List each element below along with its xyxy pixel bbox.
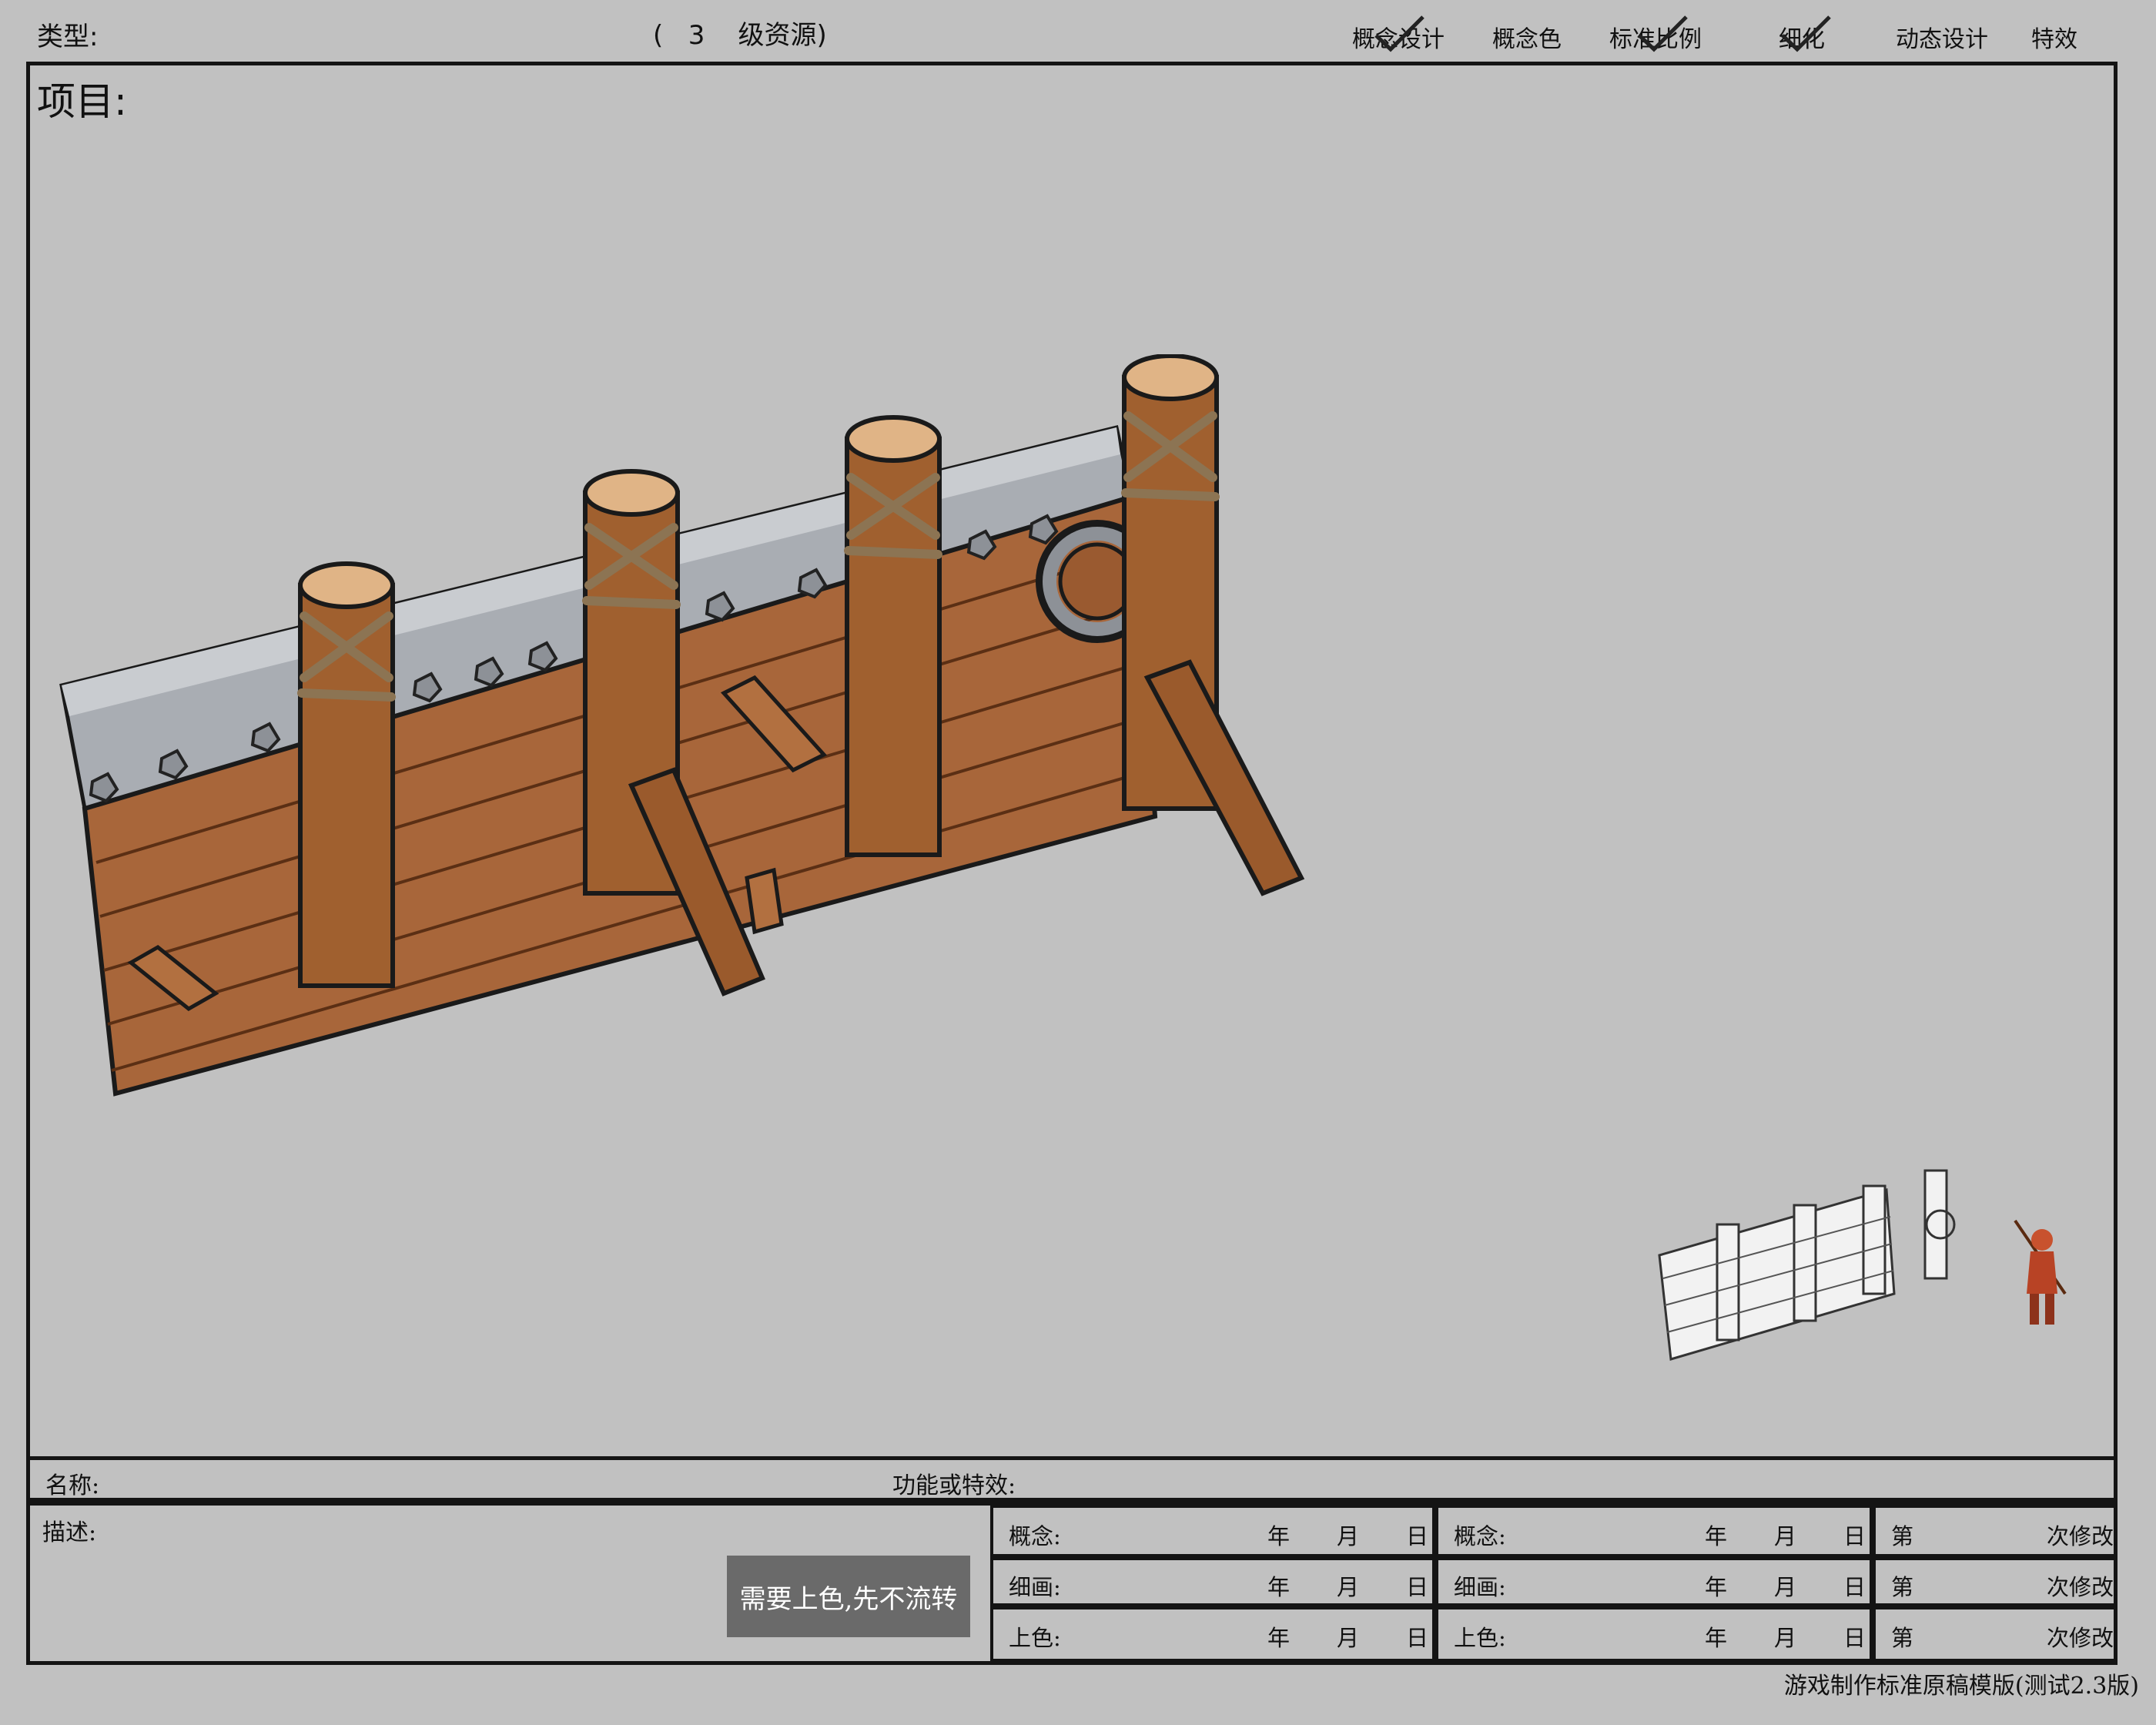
date-row-3a: 上色: 年 月 日 bbox=[990, 1606, 1435, 1662]
character-scale-figure bbox=[2014, 1219, 2067, 1325]
stage-concept-color: 概念色 bbox=[1492, 26, 1562, 53]
status-note: 需要上色,先不流转 bbox=[727, 1556, 970, 1637]
revision-row-2: 第 次修改 bbox=[1873, 1557, 2118, 1606]
project-label: 项目: bbox=[37, 79, 127, 124]
date-row-1a: 概念: 年 月 日 bbox=[990, 1505, 1435, 1557]
template-footer: 游戏制作标准原稿模版(测试2.3版) bbox=[1783, 1673, 2139, 1700]
date-row-2a: 细画: 年 月 日 bbox=[990, 1557, 1435, 1606]
revision-row-1: 第 次修改 bbox=[1873, 1505, 2118, 1557]
date-row-2b: 细画: 年 月 日 bbox=[1435, 1557, 1873, 1606]
checkmark-icon bbox=[1781, 15, 1831, 52]
name-label: 名称: bbox=[45, 1472, 100, 1499]
stage-effects: 特效 bbox=[2031, 26, 2077, 53]
date-row-3b: 上色: 年 月 日 bbox=[1435, 1606, 1873, 1662]
checkmark-icon bbox=[1374, 15, 1424, 52]
resource-level: ( 3 级资源) bbox=[653, 20, 827, 51]
stage-animation-design: 动态设计 bbox=[1896, 26, 1988, 53]
function-label: 功能或特效: bbox=[892, 1472, 1016, 1499]
scale-reference-sketch bbox=[1658, 1169, 1956, 1361]
wooden-fence-illustration bbox=[59, 354, 1305, 1097]
name-row: 名称: 功能或特效: bbox=[26, 1460, 2118, 1502]
description-label: 描述: bbox=[42, 1519, 97, 1546]
type-label: 类型: bbox=[37, 22, 99, 52]
revision-row-3: 第 次修改 bbox=[1873, 1606, 2118, 1662]
date-row-1b: 概念: 年 月 日 bbox=[1435, 1505, 1873, 1557]
checkmark-icon bbox=[1638, 15, 1688, 52]
